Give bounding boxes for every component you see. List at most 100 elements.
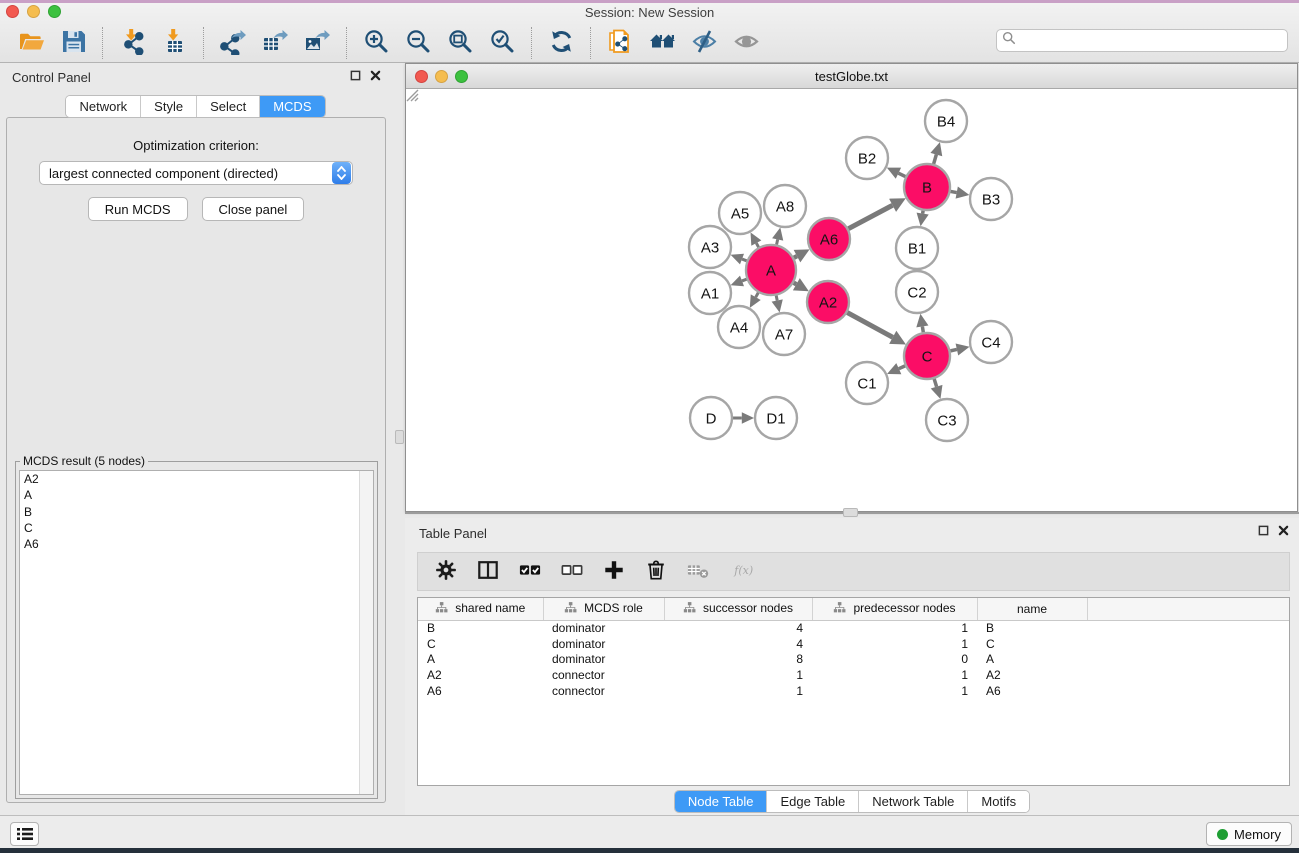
network-document-button[interactable]: [599, 26, 641, 60]
graph-node-B2[interactable]: B2: [846, 137, 888, 179]
edge-A-A2[interactable]: [794, 283, 797, 285]
node-table[interactable]: shared nameMCDS rolesuccessor nodesprede…: [417, 597, 1290, 786]
import-network-button[interactable]: [111, 26, 153, 60]
close-panel-icon[interactable]: [370, 70, 381, 81]
edge-A-A3[interactable]: [742, 259, 747, 261]
graph-node-D[interactable]: D: [690, 397, 732, 439]
export-table-button[interactable]: [254, 26, 296, 60]
zoom-in-button[interactable]: [355, 26, 397, 60]
result-item[interactable]: A6: [20, 536, 373, 552]
cell-name[interactable]: A: [977, 652, 1087, 668]
split-view-button[interactable]: [470, 557, 506, 587]
cell-shared-name[interactable]: A2: [418, 667, 543, 683]
export-network-button[interactable]: [212, 26, 254, 60]
graph-node-D1[interactable]: D1: [755, 397, 797, 439]
column-header-name[interactable]: name: [977, 598, 1087, 620]
column-header-MCDS-role[interactable]: MCDS role: [543, 598, 664, 620]
graph-node-C3[interactable]: C3: [926, 399, 968, 441]
cell-MCDS-role[interactable]: connector: [543, 667, 664, 683]
table-row[interactable]: Adominator80A: [418, 652, 1289, 668]
cell-predecessor-nodes[interactable]: 1: [812, 620, 977, 636]
edge-A-A4[interactable]: [756, 293, 759, 298]
memory-button[interactable]: Memory: [1206, 822, 1292, 846]
tab-mcds[interactable]: MCDS: [260, 96, 324, 117]
graph-node-A4[interactable]: A4: [718, 306, 760, 348]
result-item[interactable]: A: [20, 487, 373, 503]
edge-A-A6[interactable]: [794, 256, 797, 258]
cell-successor-nodes[interactable]: 4: [664, 620, 812, 636]
cell-name[interactable]: B: [977, 620, 1087, 636]
edge-A-A8[interactable]: [777, 239, 778, 244]
network-canvas[interactable]: B4B2BB3A8A5A6A3B1AA1C2A2A4A7C4CC1C3DD1: [406, 89, 1297, 511]
delete-column-button[interactable]: [638, 557, 674, 587]
edge-A2-C[interactable]: [847, 313, 892, 338]
result-item[interactable]: A2: [20, 471, 373, 487]
graph-node-B[interactable]: B: [904, 164, 950, 210]
graph-node-B4[interactable]: B4: [925, 100, 967, 142]
zoom-out-button[interactable]: [397, 26, 439, 60]
cell-name[interactable]: A6: [977, 683, 1087, 699]
cell-successor-nodes[interactable]: 8: [664, 652, 812, 668]
cell-shared-name[interactable]: C: [418, 636, 543, 652]
cell-name[interactable]: C: [977, 636, 1087, 652]
deselect-all-button[interactable]: [554, 557, 590, 587]
horizontal-split-handle[interactable]: [843, 508, 858, 517]
graph-node-A8[interactable]: A8: [764, 185, 806, 227]
cell-predecessor-nodes[interactable]: 0: [812, 652, 977, 668]
graph-node-A2[interactable]: A2: [807, 281, 849, 323]
cell-predecessor-nodes[interactable]: 1: [812, 636, 977, 652]
edge-B-B4[interactable]: [934, 155, 937, 164]
tab-motifs[interactable]: Motifs: [968, 791, 1029, 812]
hide-graphics-details-button[interactable]: [683, 26, 725, 60]
edge-A6-B[interactable]: [848, 205, 892, 228]
add-column-button[interactable]: [596, 557, 632, 587]
column-header-shared-name[interactable]: shared name: [418, 598, 543, 620]
table-row[interactable]: Cdominator41C: [418, 636, 1289, 652]
edge-B-B3[interactable]: [951, 191, 957, 192]
graph-node-A5[interactable]: A5: [719, 192, 761, 234]
cell-shared-name[interactable]: B: [418, 620, 543, 636]
float-panel-icon[interactable]: [350, 70, 361, 81]
select-all-button[interactable]: [512, 557, 548, 587]
zoom-fit-button[interactable]: [439, 26, 481, 60]
gear-button[interactable]: [428, 557, 464, 587]
cell-MCDS-role[interactable]: dominator: [543, 652, 664, 668]
import-table-button[interactable]: [153, 26, 195, 60]
cell-MCDS-role[interactable]: dominator: [543, 636, 664, 652]
cell-predecessor-nodes[interactable]: 1: [812, 683, 977, 699]
tab-node-table[interactable]: Node Table: [675, 791, 768, 812]
network-window-titlebar[interactable]: testGlobe.txt: [406, 64, 1297, 89]
save-session-button[interactable]: [52, 26, 94, 60]
export-image-button[interactable]: [296, 26, 338, 60]
zoom-selected-button[interactable]: [481, 26, 523, 60]
open-file-button[interactable]: [10, 26, 52, 60]
resize-grip-icon[interactable]: [406, 89, 419, 102]
graph-node-C1[interactable]: C1: [846, 362, 888, 404]
column-header-predecessor-nodes[interactable]: predecessor nodes: [812, 598, 977, 620]
cell-successor-nodes[interactable]: 1: [664, 683, 812, 699]
table-row[interactable]: A6connector11A6: [418, 683, 1289, 699]
edge-A-A5[interactable]: [756, 243, 758, 247]
tab-network-table[interactable]: Network Table: [859, 791, 968, 812]
tab-style[interactable]: Style: [141, 96, 197, 117]
cell-successor-nodes[interactable]: 4: [664, 636, 812, 652]
cell-successor-nodes[interactable]: 1: [664, 667, 812, 683]
edge-A-A7[interactable]: [776, 295, 777, 300]
cell-MCDS-role[interactable]: dominator: [543, 620, 664, 636]
table-row[interactable]: Bdominator41B: [418, 620, 1289, 636]
task-history-button[interactable]: [10, 822, 39, 846]
edge-A-A1[interactable]: [742, 279, 747, 281]
cell-shared-name[interactable]: A6: [418, 683, 543, 699]
graph-node-B1[interactable]: B1: [896, 227, 938, 269]
float-table-panel-icon[interactable]: [1258, 525, 1269, 536]
graph-node-A7[interactable]: A7: [763, 313, 805, 355]
result-item[interactable]: C: [20, 520, 373, 536]
tab-edge-table[interactable]: Edge Table: [767, 791, 859, 812]
home-button[interactable]: [641, 26, 683, 60]
edge-C-C2[interactable]: [922, 326, 923, 332]
table-row[interactable]: A2connector11A2: [418, 667, 1289, 683]
graph-node-B3[interactable]: B3: [970, 178, 1012, 220]
graph-node-C4[interactable]: C4: [970, 321, 1012, 363]
edge-C-C3[interactable]: [934, 379, 936, 387]
edge-C-C1[interactable]: [899, 366, 905, 369]
